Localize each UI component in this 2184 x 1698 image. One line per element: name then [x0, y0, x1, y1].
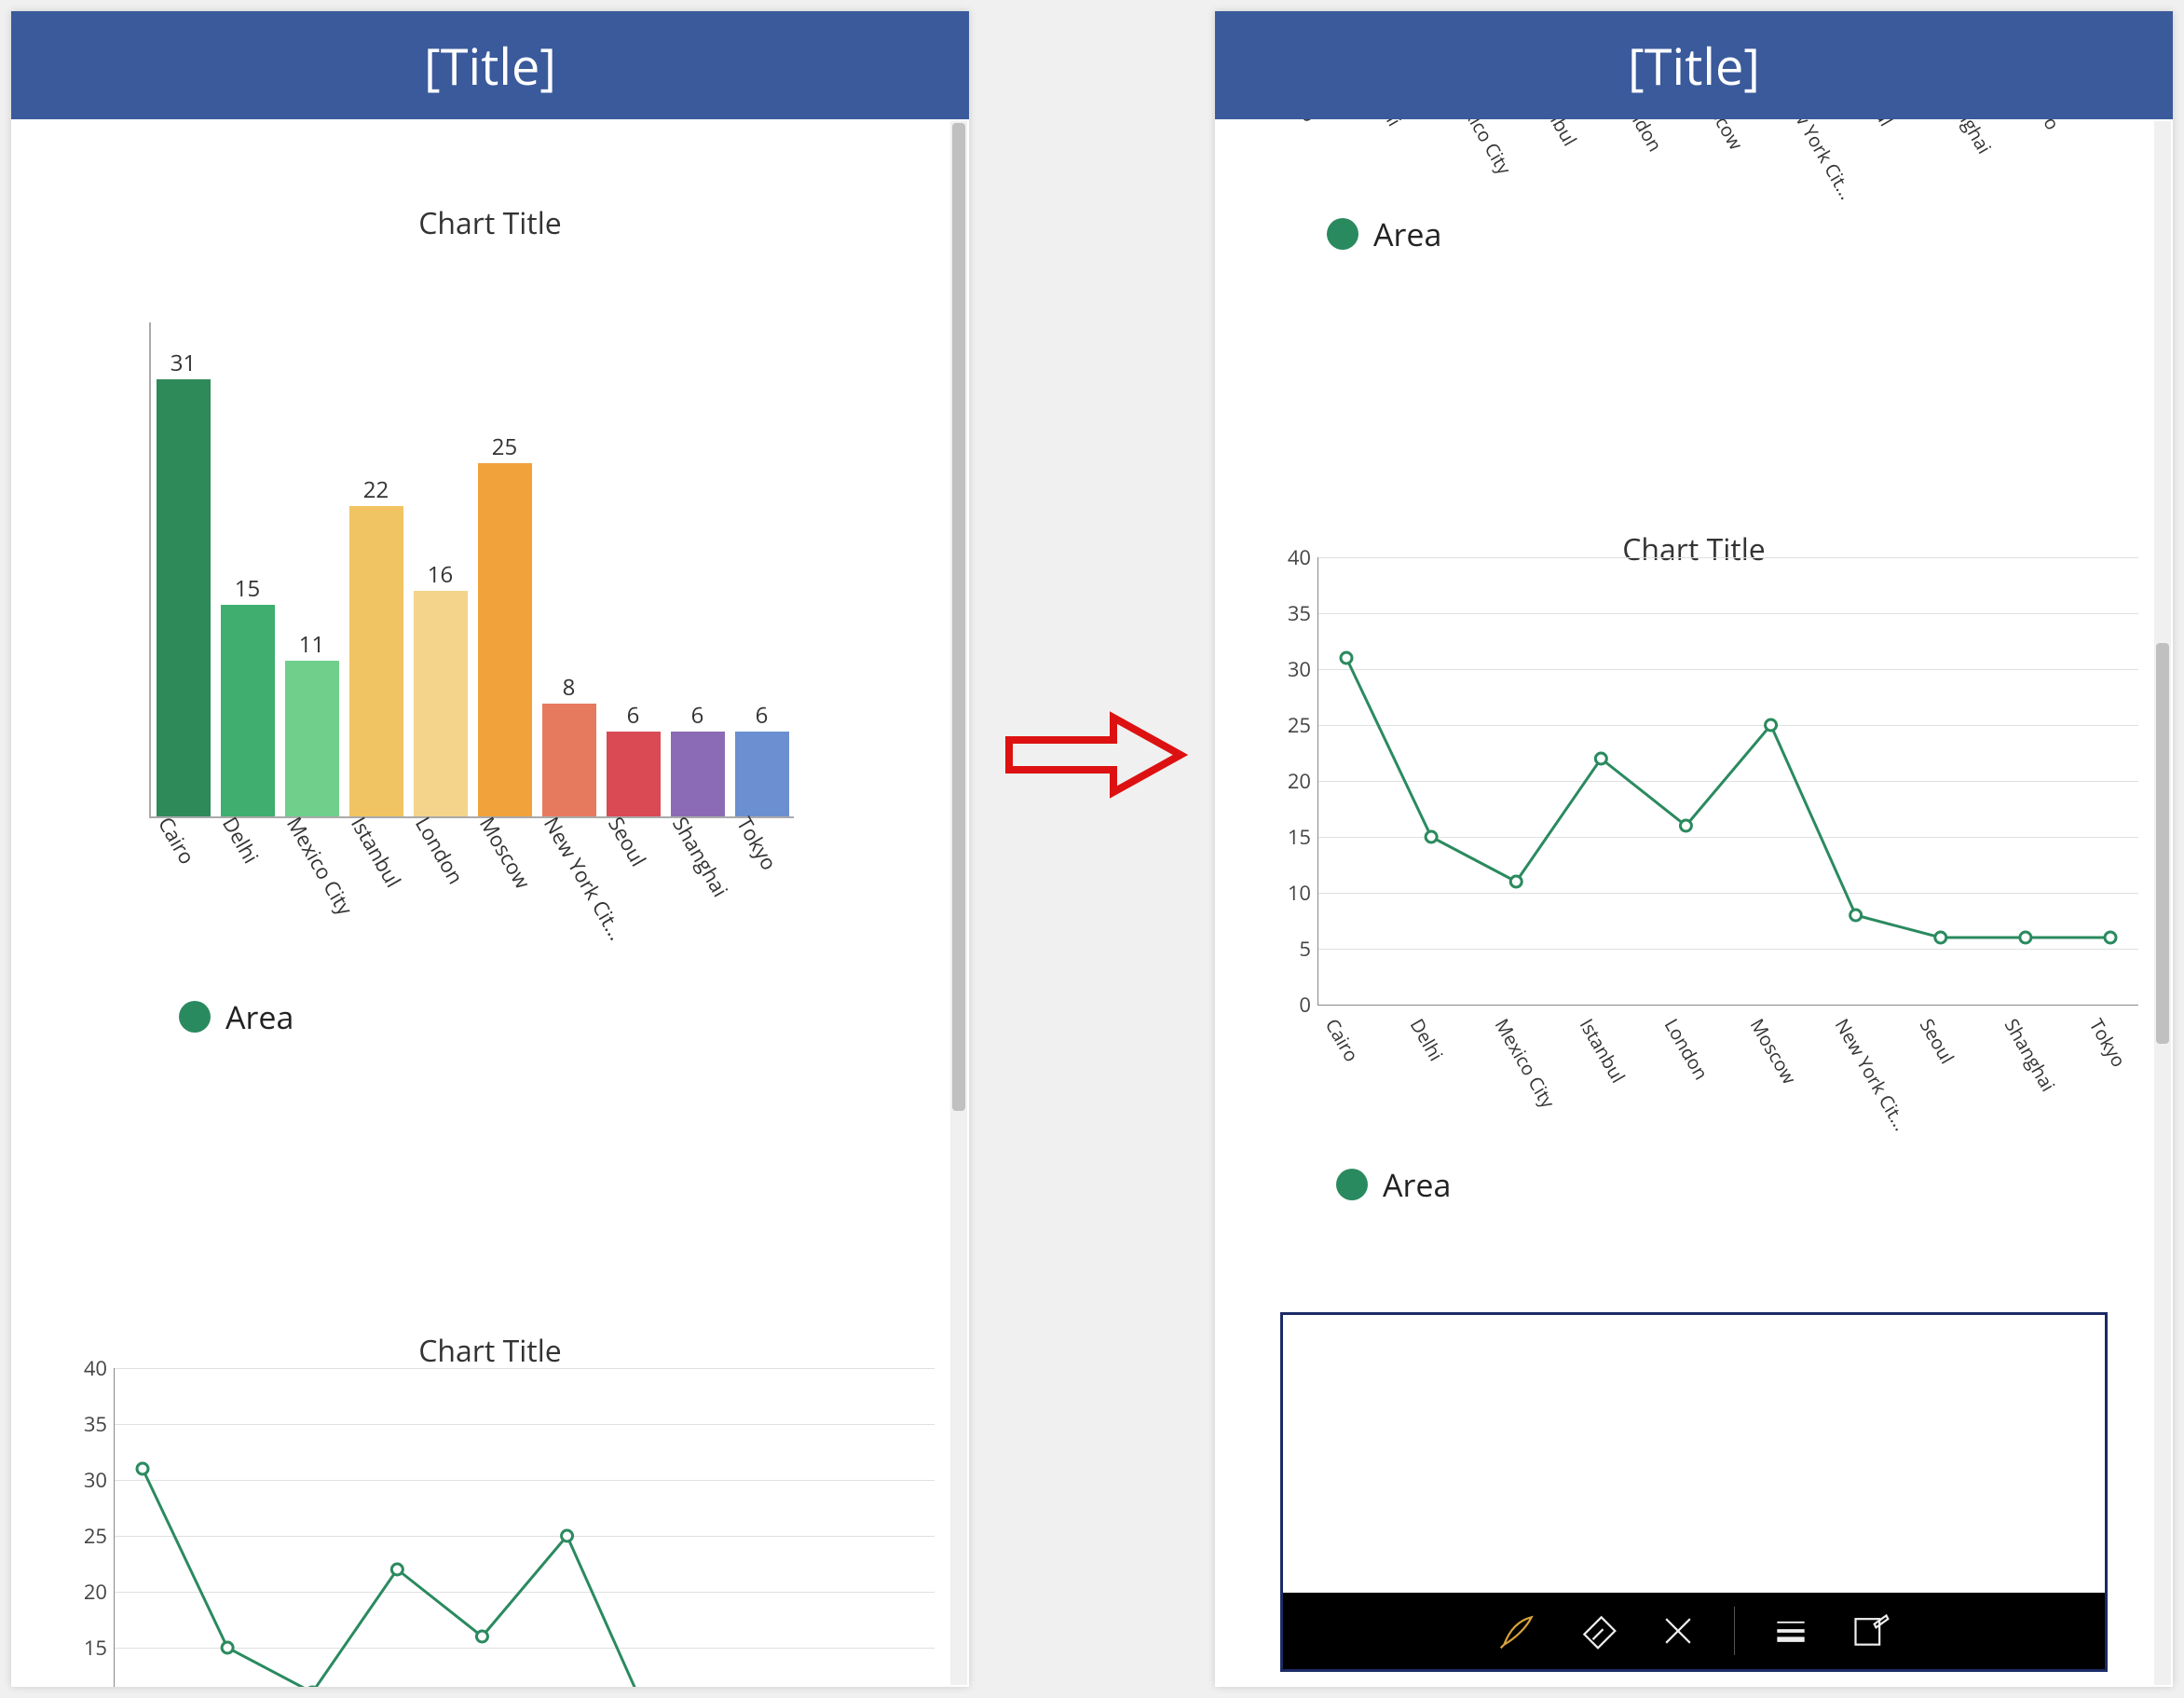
- bar-chart-title: Chart Title: [11, 203, 969, 243]
- y-tick-label: 40: [61, 1354, 107, 1382]
- y-tick-label: 15: [1264, 823, 1311, 851]
- x-tick-label: …nbul: [1535, 119, 1583, 150]
- x-tick-label: Moscow: [473, 812, 537, 894]
- x-tick-label: Shanghai: [1999, 1014, 2060, 1096]
- scroll-area-right: …o …ni …xico City …nbul …ndon …scow …w York Ci…: [1215, 119, 2173, 1687]
- x-tick-label: New York Cit…: [1829, 1014, 1914, 1135]
- y-tick-label: 30: [61, 1466, 107, 1494]
- bar[interactable]: 8: [542, 704, 596, 816]
- bar-chart[interactable]: 3115112216258666 CairoDelhiMexico CityIs…: [142, 306, 794, 818]
- scrollbar-thumb-right[interactable]: [2156, 643, 2169, 1044]
- x-tick-label: Istanbul: [1575, 1014, 1631, 1088]
- x-tick-label: Tokyo: [730, 812, 784, 875]
- x-tick-label: Mexico City: [1490, 1014, 1562, 1113]
- scrollbar-thumb-left[interactable]: [952, 123, 965, 1111]
- y-tick-label: 25: [1264, 711, 1311, 739]
- legend-label: Area: [1383, 1163, 1451, 1206]
- bar[interactable]: 15: [221, 605, 275, 816]
- x-tick-label: Cairo: [1320, 1014, 1365, 1066]
- legend-swatch-icon: [179, 1001, 211, 1033]
- x-tick-label: …xico City: [1453, 119, 1518, 179]
- bar-value-label: 15: [221, 573, 275, 604]
- bar[interactable]: 16: [414, 591, 468, 816]
- bar-value-label: 8: [542, 672, 596, 703]
- legend-swatch-icon: [1327, 218, 1358, 250]
- bar[interactable]: 11: [285, 661, 339, 816]
- title-bar-right: [Title]: [1215, 11, 2173, 119]
- bar-value-label: 11: [285, 629, 339, 660]
- line-chart-legend: Area: [1336, 1163, 1451, 1206]
- y-tick-label: 20: [61, 1578, 107, 1606]
- bar[interactable]: 25: [478, 463, 532, 816]
- line-chart-right[interactable]: 0510152025303540 CairoDelhiMexico CityIs…: [1252, 557, 2147, 1107]
- y-tick-label: 10: [1264, 879, 1311, 907]
- pen-icon[interactable]: [1494, 1607, 1542, 1655]
- title-bar-left: [Title]: [11, 11, 969, 119]
- x-tick-label: …ul: [1863, 119, 1900, 130]
- bar-value-label: 6: [607, 700, 661, 731]
- line-weight-icon[interactable]: [1767, 1607, 1815, 1655]
- arrow-icon: [1002, 708, 1188, 801]
- x-tick-label: London: [1659, 1014, 1714, 1084]
- x-tick-label: Moscow: [1744, 1014, 1802, 1089]
- x-tick-label: Seoul: [602, 812, 652, 871]
- x-tick-label: Cairo: [152, 812, 201, 870]
- x-tick-label: …ndon: [1617, 119, 1669, 156]
- y-tick-label: 40: [1264, 543, 1311, 571]
- bar[interactable]: 22: [349, 506, 403, 816]
- signature-toolbar: [1283, 1593, 2105, 1669]
- toolbar-separator: [1734, 1607, 1735, 1655]
- sign-icon[interactable]: [1847, 1607, 1895, 1655]
- legend-swatch-icon: [1336, 1169, 1368, 1200]
- close-icon[interactable]: [1654, 1607, 1702, 1655]
- line-chart-title-left: Chart Title: [11, 1331, 969, 1371]
- bar-value-label: 22: [349, 474, 403, 505]
- eraser-icon[interactable]: [1574, 1607, 1622, 1655]
- right-pane: [Title] …o …ni …xico City …nbul …ndon …scow …w…: [1215, 11, 2173, 1687]
- y-tick-label: 35: [1264, 599, 1311, 627]
- y-tick-label: 30: [1264, 655, 1311, 683]
- x-tick-label: Shanghai: [666, 812, 734, 902]
- x-tick-label: Seoul: [1914, 1014, 1959, 1068]
- signature-panel[interactable]: [1280, 1312, 2108, 1672]
- bar-value-label: 31: [157, 348, 211, 378]
- x-tick-label: Istanbul: [345, 812, 407, 893]
- bar-chart-legend: Area: [179, 995, 293, 1038]
- x-tick-label: Delhi: [1405, 1014, 1449, 1065]
- x-tick-label: …ni: [1371, 119, 1408, 130]
- x-tick-label: Delhi: [216, 812, 265, 869]
- x-tick-label: Tokyo: [2084, 1014, 2132, 1072]
- x-tick-label: …nghai: [1945, 119, 1998, 158]
- bar-value-label: 6: [735, 700, 789, 731]
- y-tick-label: 0: [1264, 991, 1311, 1019]
- scrollbar-left[interactable]: [950, 121, 967, 1685]
- bar-value-label: 25: [478, 431, 532, 462]
- x-tick-label: …o: [1289, 119, 1323, 126]
- x-tick-label: …scow: [1699, 119, 1749, 154]
- y-tick-label: 20: [1264, 767, 1311, 795]
- bar[interactable]: 31: [157, 379, 211, 816]
- title-text-right: [Title]: [1628, 31, 1760, 100]
- title-text-left: [Title]: [424, 31, 556, 100]
- x-tick-label: …w York Cit…: [1781, 119, 1860, 204]
- prev-chart-legend: Area: [1327, 212, 1441, 255]
- bar-value-label: 6: [671, 700, 725, 731]
- scrollbar-right[interactable]: [2154, 121, 2171, 1685]
- bar-value-label: 16: [414, 559, 468, 590]
- legend-label: Area: [1373, 212, 1441, 255]
- scroll-area-left: Chart Title 3115112216258666 CairoDelhiM…: [11, 119, 969, 1687]
- legend-label: Area: [225, 995, 293, 1038]
- y-tick-label: 25: [61, 1522, 107, 1550]
- y-tick-label: 15: [61, 1634, 107, 1662]
- y-tick-label: 35: [61, 1410, 107, 1438]
- x-tick-label: …yo: [2027, 119, 2066, 134]
- line-chart-left[interactable]: 0510152025303540: [48, 1368, 943, 1687]
- x-tick-label: London: [409, 812, 470, 889]
- y-tick-label: 5: [1264, 935, 1311, 963]
- left-pane: [Title] Chart Title 3115112216258666 Cai…: [11, 11, 969, 1687]
